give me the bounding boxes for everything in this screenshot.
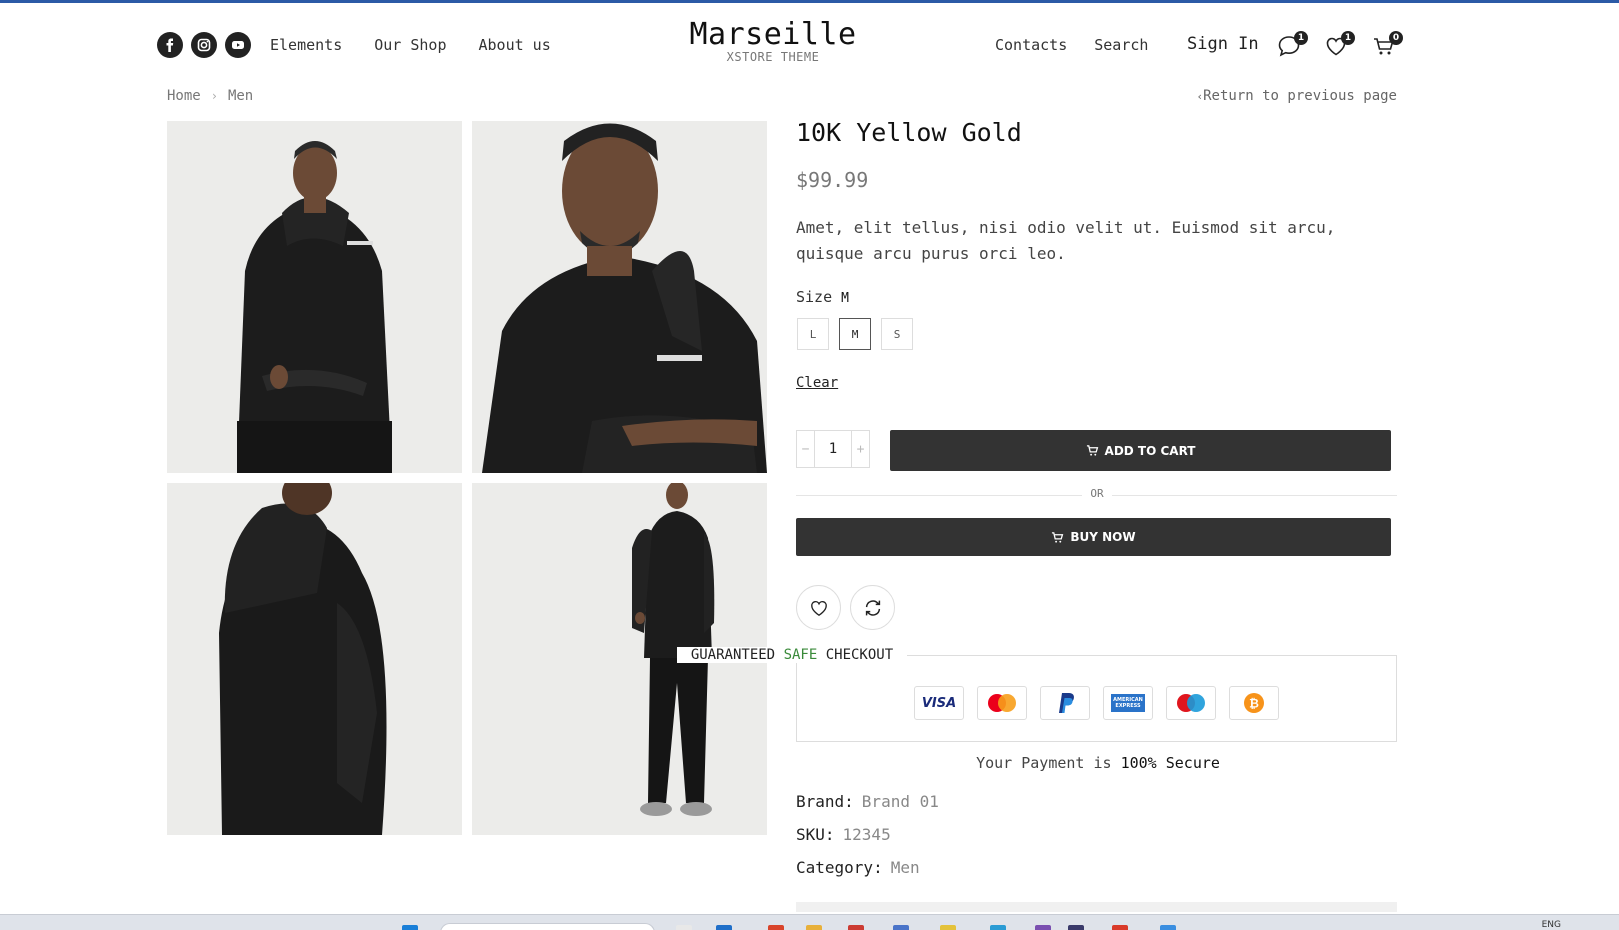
refresh-icon [865, 599, 880, 616]
buy-now-label: BUY NOW [1070, 530, 1136, 544]
language-indicator[interactable]: ENG [1542, 920, 1561, 930]
taskbar-app-icon[interactable] [716, 925, 732, 930]
add-to-cart-label: ADD TO CART [1104, 443, 1196, 458]
or-label: OR [1082, 487, 1112, 500]
os-taskbar: ENG [0, 914, 1619, 930]
category-value[interactable]: Men [891, 858, 920, 877]
chat-count-badge: 1 [1294, 31, 1308, 45]
add-to-wishlist-button[interactable] [796, 585, 841, 630]
product-title: 10K Yellow Gold [796, 118, 1022, 147]
logo-title: Marseille [689, 17, 857, 52]
taskbar-app-icon[interactable] [676, 925, 692, 930]
size-options: L M S [797, 318, 913, 350]
meta-sku: SKU: 12345 [796, 825, 891, 844]
american-express-icon: AMERICAN EXPRESS [1103, 686, 1153, 720]
cart-count-badge: 0 [1389, 31, 1403, 45]
nav-search[interactable]: Search [1094, 36, 1148, 54]
visa-label: VISA [921, 695, 957, 711]
folder-icon[interactable] [806, 925, 822, 930]
safe-title-pre: GUARANTEED [690, 647, 776, 663]
site-header: Elements Our Shop About us Marseille XST… [0, 3, 1619, 73]
quantity-decrease-button[interactable]: − [797, 431, 815, 467]
product-price: $99.99 [796, 168, 869, 192]
taskbar-app-icon[interactable] [893, 925, 909, 930]
safe-title-post: CHECKOUT [825, 647, 894, 663]
safe-checkout-title: GUARANTEED SAFE CHECKOUT [0, 647, 1584, 663]
quantity-increase-button[interactable]: + [851, 431, 869, 467]
secure-pre: Your Payment is [976, 754, 1112, 772]
taskbar-app-icon[interactable] [848, 925, 864, 930]
compare-button[interactable] [850, 585, 895, 630]
category-label: Category: [796, 858, 883, 877]
visa-card-icon: VISA [914, 686, 964, 720]
chat-button[interactable]: 1 [1276, 31, 1308, 61]
product-description: Amet, elit tellus, nisi odio velit ut. E… [796, 218, 1336, 263]
brand-label: Brand: [796, 792, 854, 811]
quantity-stepper: − 1 + [796, 430, 870, 468]
cart-icon [1086, 445, 1098, 456]
wishlist-count-badge: 1 [1341, 31, 1355, 45]
payment-cards: VISA AMERICAN EXPRESS ₿ [914, 686, 1279, 720]
chevron-right-icon: › [210, 89, 218, 103]
size-label: Size M [796, 288, 849, 306]
taskbar-search-input[interactable] [440, 923, 655, 930]
tabs-bar-edge [796, 902, 1397, 912]
size-label-text: Size [796, 288, 833, 306]
paypal-icon [1040, 686, 1090, 720]
return-link-label: Return to previous page [1203, 88, 1397, 104]
size-option-s[interactable]: S [881, 318, 913, 350]
nav-contacts[interactable]: Contacts [995, 36, 1067, 54]
taskbar-app-icon[interactable] [1160, 925, 1176, 930]
safe-title-highlight: SAFE [783, 647, 818, 663]
sign-in-link[interactable]: Sign In [1187, 34, 1259, 54]
taskbar-app-icon[interactable] [1112, 925, 1128, 930]
cart-icon [1052, 531, 1064, 543]
return-link[interactable]: ‹Return to previous page [1197, 88, 1398, 104]
buy-now-button[interactable]: BUY NOW [796, 518, 1391, 556]
cart-button[interactable]: 0 [1371, 31, 1403, 61]
size-option-l[interactable]: L [797, 318, 829, 350]
wishlist-button[interactable]: 1 [1323, 31, 1355, 61]
site-logo[interactable]: Marseille XSTORE THEME [0, 17, 1546, 64]
start-icon[interactable] [402, 925, 418, 930]
nav-right: Contacts Search [995, 36, 1175, 54]
taskbar-app-icon[interactable] [1035, 925, 1051, 930]
meta-brand: Brand: Brand 01 [796, 792, 939, 811]
sku-label: SKU: [796, 825, 835, 844]
product-image-closeup[interactable] [472, 121, 767, 473]
mastercard-icon [977, 686, 1027, 720]
taskbar-app-icon[interactable] [1068, 925, 1084, 930]
breadcrumb-men[interactable]: Men [228, 88, 253, 104]
product-image-front[interactable] [167, 121, 462, 473]
taskbar-app-icon[interactable] [768, 925, 784, 930]
taskbar-app-icon[interactable] [990, 925, 1006, 930]
sku-value: 12345 [842, 825, 891, 844]
brand-value[interactable]: Brand 01 [862, 792, 939, 811]
secure-bold: 100% Secure [1120, 754, 1220, 772]
heart-icon [810, 600, 827, 616]
maestro-icon [1166, 686, 1216, 720]
size-selected-value: M [841, 291, 849, 306]
svg-text:₿: ₿ [1249, 697, 1259, 711]
secure-payment-note: Your Payment is 100% Secure [0, 754, 1619, 772]
add-to-cart-button[interactable]: ADD TO CART [890, 430, 1391, 471]
breadcrumb: Home › Men [167, 88, 253, 104]
size-option-m[interactable]: M [839, 318, 871, 350]
clear-selection-link[interactable]: Clear [796, 375, 838, 391]
quantity-input[interactable]: 1 [815, 431, 851, 467]
breadcrumb-home[interactable]: Home [167, 88, 201, 104]
logo-subtitle: XSTORE THEME [726, 50, 820, 64]
taskbar-app-icon[interactable] [940, 925, 956, 930]
meta-category: Category: Men [796, 858, 920, 877]
amex-label: AMERICAN EXPRESS [1111, 694, 1145, 712]
bitcoin-icon: ₿ [1229, 686, 1279, 720]
